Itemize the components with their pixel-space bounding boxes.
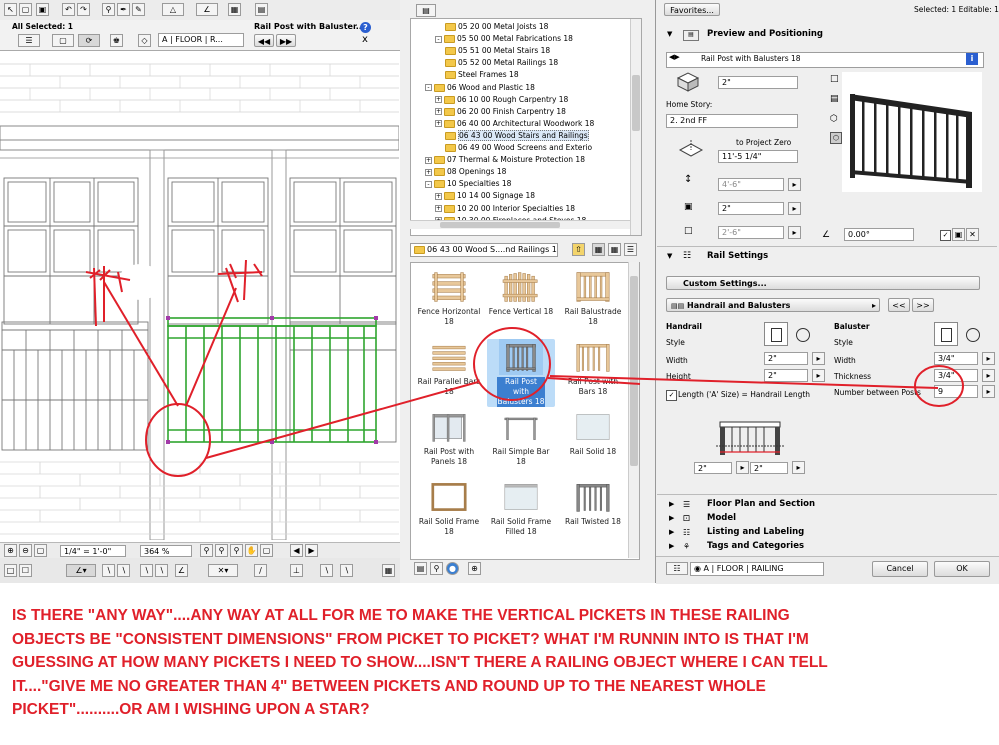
question-text: IS THERE "ANY WAY"....ANY WAY AT ALL FOR… xyxy=(0,600,999,745)
annotation-overlay xyxy=(205,327,964,459)
question-line: PICKET"..........OR AM I WISHING UPON A … xyxy=(12,701,370,718)
question-line: OBJECTS BE "CONSISTENT DIMENSIONS" FROM … xyxy=(12,630,809,648)
question-line: GUESSING AT HOW MANY PICKETS I NEED TO S… xyxy=(12,654,828,671)
question-line: IS THERE "ANY WAY"....ANY WAY AT ALL FOR… xyxy=(12,607,790,624)
question-line: IT...."GIVE ME NO GREATER THAN 4" BETWEE… xyxy=(12,677,766,695)
